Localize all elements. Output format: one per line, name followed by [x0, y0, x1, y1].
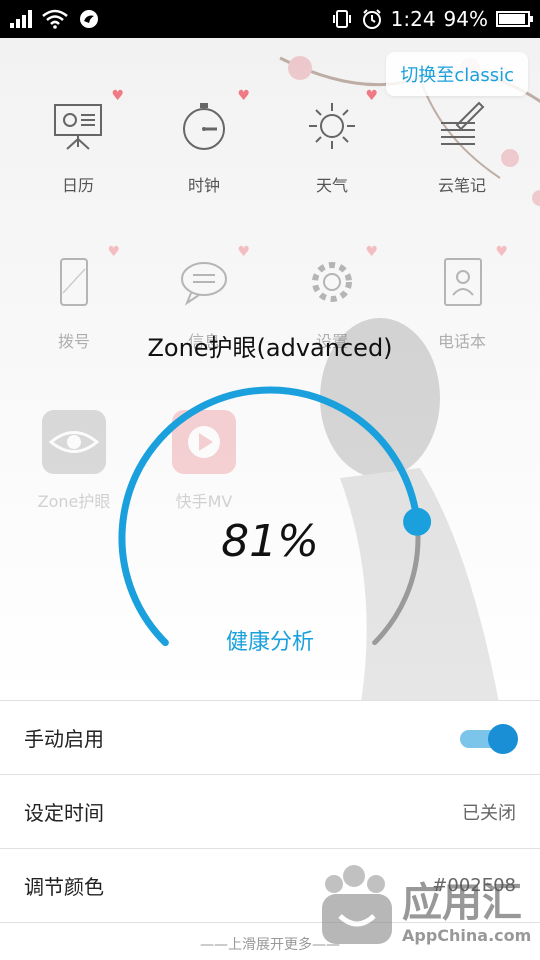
watermark-en: AppChina.com — [402, 926, 532, 945]
status-bar: 1:24 94% — [0, 0, 540, 38]
app-weather[interactable]: ♥ 天气 — [272, 88, 392, 196]
schedule-value: 已关闭 — [462, 802, 516, 824]
sun-icon: ♥ — [300, 88, 378, 158]
stopwatch-icon: ♥ — [172, 88, 250, 158]
clock-time: 1:24 — [390, 7, 436, 31]
appchina-watermark: 应用汇 AppChina.com — [318, 862, 534, 954]
heart-badge-icon: ♥ — [365, 88, 378, 104]
manual-enable-row[interactable]: 手动启用 — [0, 700, 540, 774]
wifi-icon — [42, 9, 68, 29]
manual-enable-label: 手动启用 — [24, 727, 104, 751]
app-label: 云笔记 — [437, 176, 486, 195]
heart-badge-icon: ♥ — [237, 88, 250, 104]
vibrate-icon — [332, 10, 351, 28]
color-label: 调节颜色 — [24, 875, 104, 899]
switch-classic-button[interactable]: 切换至classic — [386, 52, 528, 96]
appchina-logo-icon — [322, 865, 392, 944]
app-calendar[interactable]: ♥ 日历 — [18, 88, 138, 196]
app-cloud-notes[interactable]: 云笔记 — [402, 94, 522, 196]
heart-badge-icon: ♥ — [111, 88, 124, 104]
presentation-board-icon: ♥ — [46, 88, 124, 158]
notepad-pen-icon — [430, 94, 494, 158]
manual-enable-toggle[interactable] — [460, 723, 518, 754]
schedule-row[interactable]: 设定时间 已关闭 — [0, 774, 540, 848]
battery-percent: 94% — [443, 7, 488, 31]
heart-badge-icon: ♥ — [107, 244, 120, 260]
schedule-label: 设定时间 — [24, 801, 104, 825]
alarm-icon — [362, 9, 381, 29]
signal-icon — [10, 10, 32, 28]
dial-value: 81% — [221, 516, 319, 567]
eye-protection-dial: Zone护眼(advanced) 81% 健康分析 — [0, 300, 540, 700]
heart-badge-icon: ♥ — [365, 244, 378, 260]
browser-globe-icon — [80, 10, 98, 28]
heart-badge-icon: ♥ — [495, 244, 508, 260]
app-label: 时钟 — [187, 176, 220, 195]
watermark-cn: 应用汇 — [402, 880, 522, 926]
dial-title: Zone护眼(advanced) — [147, 334, 393, 362]
app-label: 天气 — [315, 176, 348, 195]
battery-icon — [496, 11, 533, 27]
app-clock[interactable]: ♥ 时钟 — [144, 88, 264, 196]
heart-badge-icon: ♥ — [237, 244, 250, 260]
health-analysis-link[interactable]: 健康分析 — [0, 624, 540, 656]
app-label: 日历 — [61, 176, 94, 195]
